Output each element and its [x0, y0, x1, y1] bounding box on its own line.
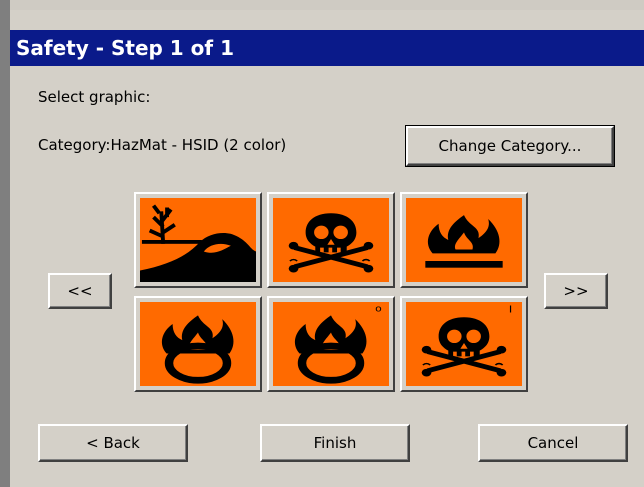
symbol-tile-oxidizer-alt[interactable]: o: [267, 296, 395, 392]
previous-page-button[interactable]: <<: [48, 273, 112, 309]
symbol-mark: o: [375, 305, 382, 315]
symbol-tile-oxidizer[interactable]: [134, 296, 262, 392]
dialog-body: Select graphic: Category:HazMat - HSID (…: [10, 66, 644, 487]
change-category-button[interactable]: Change Category...: [405, 125, 615, 167]
select-graphic-label: Select graphic:: [38, 88, 151, 106]
cancel-button[interactable]: Cancel: [478, 424, 628, 462]
back-button[interactable]: < Back: [38, 424, 188, 462]
symbol-tile-flammable[interactable]: [400, 192, 528, 288]
category-label: Category:HazMat - HSID (2 color): [38, 136, 287, 154]
symbol-tile-toxic-alt[interactable]: I: [400, 296, 528, 392]
desktop-frame-left: [0, 0, 10, 487]
symbol-mark: I: [509, 304, 513, 315]
symbol-tile-toxic[interactable]: [267, 192, 395, 288]
oxidizer-flame-over-circle-icon: o: [273, 302, 389, 386]
safety-dialog: Safety - Step 1 of 1 Select graphic: Cat…: [10, 10, 644, 487]
desktop-frame-top: [0, 0, 644, 10]
dialog-title: Safety - Step 1 of 1: [10, 30, 644, 66]
finish-button[interactable]: Finish: [260, 424, 410, 462]
toxic-skull-crossbones-icon: [273, 198, 389, 282]
oxidizer-flame-over-circle-icon: [140, 302, 256, 386]
symbol-tile-environmental[interactable]: [134, 192, 262, 288]
next-page-button[interactable]: >>: [544, 273, 608, 309]
toxic-skull-crossbones-icon: I: [406, 302, 522, 386]
environmental-hazard-icon: [140, 198, 256, 282]
flammable-flame-icon: [406, 198, 522, 282]
